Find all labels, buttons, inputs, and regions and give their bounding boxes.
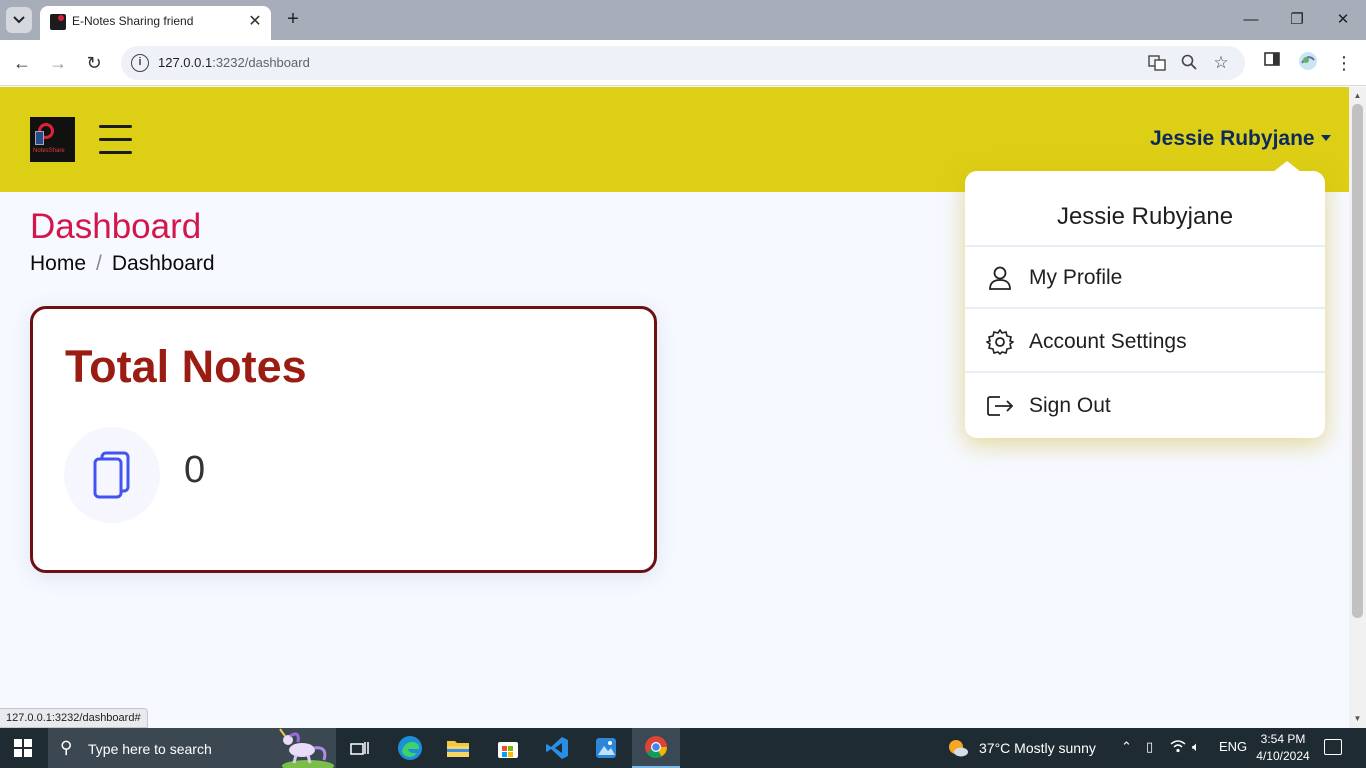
back-button[interactable]: ← bbox=[10, 51, 34, 75]
logo-doc bbox=[35, 131, 44, 145]
taskbar-clock[interactable]: 3:54 PM 4/10/2024 bbox=[1252, 731, 1314, 765]
windows-start-icon[interactable] bbox=[14, 739, 32, 757]
browser-tab-bar: E-Notes Sharing friend ✕ + — ❐ ✕ bbox=[0, 0, 1366, 40]
side-panel-icon[interactable] bbox=[1260, 51, 1284, 75]
unicorn-illustration-icon bbox=[279, 728, 334, 768]
site-info-icon[interactable]: i bbox=[131, 54, 149, 72]
total-notes-value: 0 bbox=[184, 449, 206, 491]
tray-device-icon[interactable]: ▯ bbox=[1146, 739, 1153, 755]
photos-app-icon[interactable] bbox=[582, 728, 630, 768]
dropdown-user-name: Jessie Rubyjane bbox=[965, 171, 1325, 247]
tray-network-icon[interactable] bbox=[1170, 739, 1186, 756]
windows-taskbar: ⚲ Type here to search 37°C Mostly sunny … bbox=[0, 728, 1366, 768]
tray-volume-icon[interactable]: 🔈︎ bbox=[1192, 739, 1200, 755]
search-placeholder: Type here to search bbox=[88, 741, 212, 757]
edge-browser-icon[interactable] bbox=[386, 728, 434, 768]
dropdown-item-sign-out[interactable]: Sign Out bbox=[965, 375, 1325, 437]
reload-button[interactable]: ↻ bbox=[82, 51, 106, 75]
tab-title: E-Notes Sharing friend bbox=[72, 14, 194, 28]
page-viewport: NotesShare Jessie Rubyjane Dashboard Hom… bbox=[0, 87, 1349, 728]
status-url-bubble: 127.0.0.1:3232/dashboard# bbox=[0, 708, 148, 728]
url-text: 127.0.0.1:3232/dashboard bbox=[158, 55, 310, 70]
person-icon bbox=[989, 266, 1011, 290]
page-scrollbar[interactable]: ▲ ▼ bbox=[1349, 87, 1366, 728]
user-name: Jessie Rubyjane bbox=[1150, 127, 1315, 150]
tray-chevron-up-icon[interactable]: ⌃ bbox=[1121, 739, 1132, 755]
chevron-down-icon bbox=[13, 16, 25, 24]
weather-sun-cloud-icon[interactable] bbox=[947, 738, 969, 758]
user-dropdown-menu: Jessie Rubyjane My Profile Account Setti… bbox=[965, 161, 1325, 438]
browser-toolbar: ← → ↻ i 127.0.0.1:3232/dashboard ☆ ⋮ bbox=[0, 40, 1366, 86]
search-icon: ⚲ bbox=[60, 738, 73, 757]
breadcrumb-current: Dashboard bbox=[111, 252, 215, 275]
dropdown-item-label: Sign Out bbox=[1029, 394, 1111, 417]
url-path: :3232/dashboard bbox=[212, 55, 310, 70]
user-menu-toggle[interactable]: Jessie Rubyjane bbox=[1150, 127, 1331, 151]
dropdown-item-account-settings[interactable]: Account Settings bbox=[965, 311, 1325, 373]
favicon-icon bbox=[50, 14, 66, 30]
scroll-up-arrow-icon[interactable]: ▲ bbox=[1352, 91, 1363, 101]
new-tab-button[interactable]: + bbox=[282, 8, 304, 30]
scroll-down-arrow-icon[interactable]: ▼ bbox=[1352, 714, 1363, 724]
notification-center-icon[interactable] bbox=[1324, 739, 1342, 755]
browser-tab[interactable]: E-Notes Sharing friend ✕ bbox=[40, 6, 271, 40]
scroll-thumb[interactable] bbox=[1352, 104, 1363, 618]
clock-time: 3:54 PM bbox=[1260, 732, 1306, 746]
caret-down-icon bbox=[1320, 135, 1331, 141]
forward-button[interactable]: → bbox=[46, 51, 70, 75]
breadcrumb-home[interactable]: Home bbox=[30, 252, 86, 275]
logo-text: NotesShare bbox=[33, 148, 65, 154]
chrome-taskbar-icon[interactable] bbox=[632, 728, 680, 768]
app-logo[interactable]: NotesShare bbox=[30, 117, 75, 162]
restore-button[interactable]: ❐ bbox=[1285, 8, 1309, 32]
notes-copy-icon bbox=[93, 451, 130, 499]
language-indicator[interactable]: ENG bbox=[1219, 739, 1247, 754]
gear-icon bbox=[986, 329, 1014, 355]
sign-out-icon bbox=[987, 396, 1014, 416]
task-view-icon[interactable] bbox=[336, 728, 384, 768]
browser-menu-icon[interactable]: ⋮ bbox=[1332, 51, 1356, 75]
url-host: 127.0.0.1 bbox=[158, 55, 213, 70]
breadcrumb: Home / Dashboard bbox=[30, 252, 215, 276]
minimize-button[interactable]: — bbox=[1239, 8, 1263, 32]
profile-avatar-icon[interactable] bbox=[1296, 51, 1320, 75]
translate-icon[interactable] bbox=[1148, 54, 1166, 72]
zoom-icon[interactable] bbox=[1180, 54, 1198, 72]
microsoft-store-icon[interactable] bbox=[484, 728, 532, 768]
close-window-button[interactable]: ✕ bbox=[1331, 8, 1355, 32]
dropdown-item-my-profile[interactable]: My Profile bbox=[965, 247, 1325, 309]
breadcrumb-separator: / bbox=[96, 252, 102, 275]
weather-text[interactable]: 37°C Mostly sunny bbox=[979, 740, 1096, 756]
file-explorer-icon[interactable] bbox=[434, 728, 482, 768]
page-title: Dashboard bbox=[30, 207, 202, 246]
tab-search-button[interactable] bbox=[6, 7, 32, 33]
clock-date: 4/10/2024 bbox=[1256, 749, 1310, 763]
total-notes-card: Total Notes 0 bbox=[30, 306, 657, 573]
dropdown-item-label: My Profile bbox=[1029, 266, 1123, 289]
dropdown-item-label: Account Settings bbox=[1029, 330, 1187, 353]
close-tab-icon[interactable]: ✕ bbox=[245, 12, 265, 32]
address-bar[interactable]: i 127.0.0.1:3232/dashboard ☆ bbox=[121, 46, 1245, 80]
bookmark-star-icon[interactable]: ☆ bbox=[1212, 54, 1230, 72]
card-title: Total Notes bbox=[65, 341, 307, 392]
notes-icon-circle bbox=[64, 427, 160, 523]
vscode-icon[interactable] bbox=[533, 728, 581, 768]
menu-toggle-icon[interactable] bbox=[99, 125, 132, 155]
